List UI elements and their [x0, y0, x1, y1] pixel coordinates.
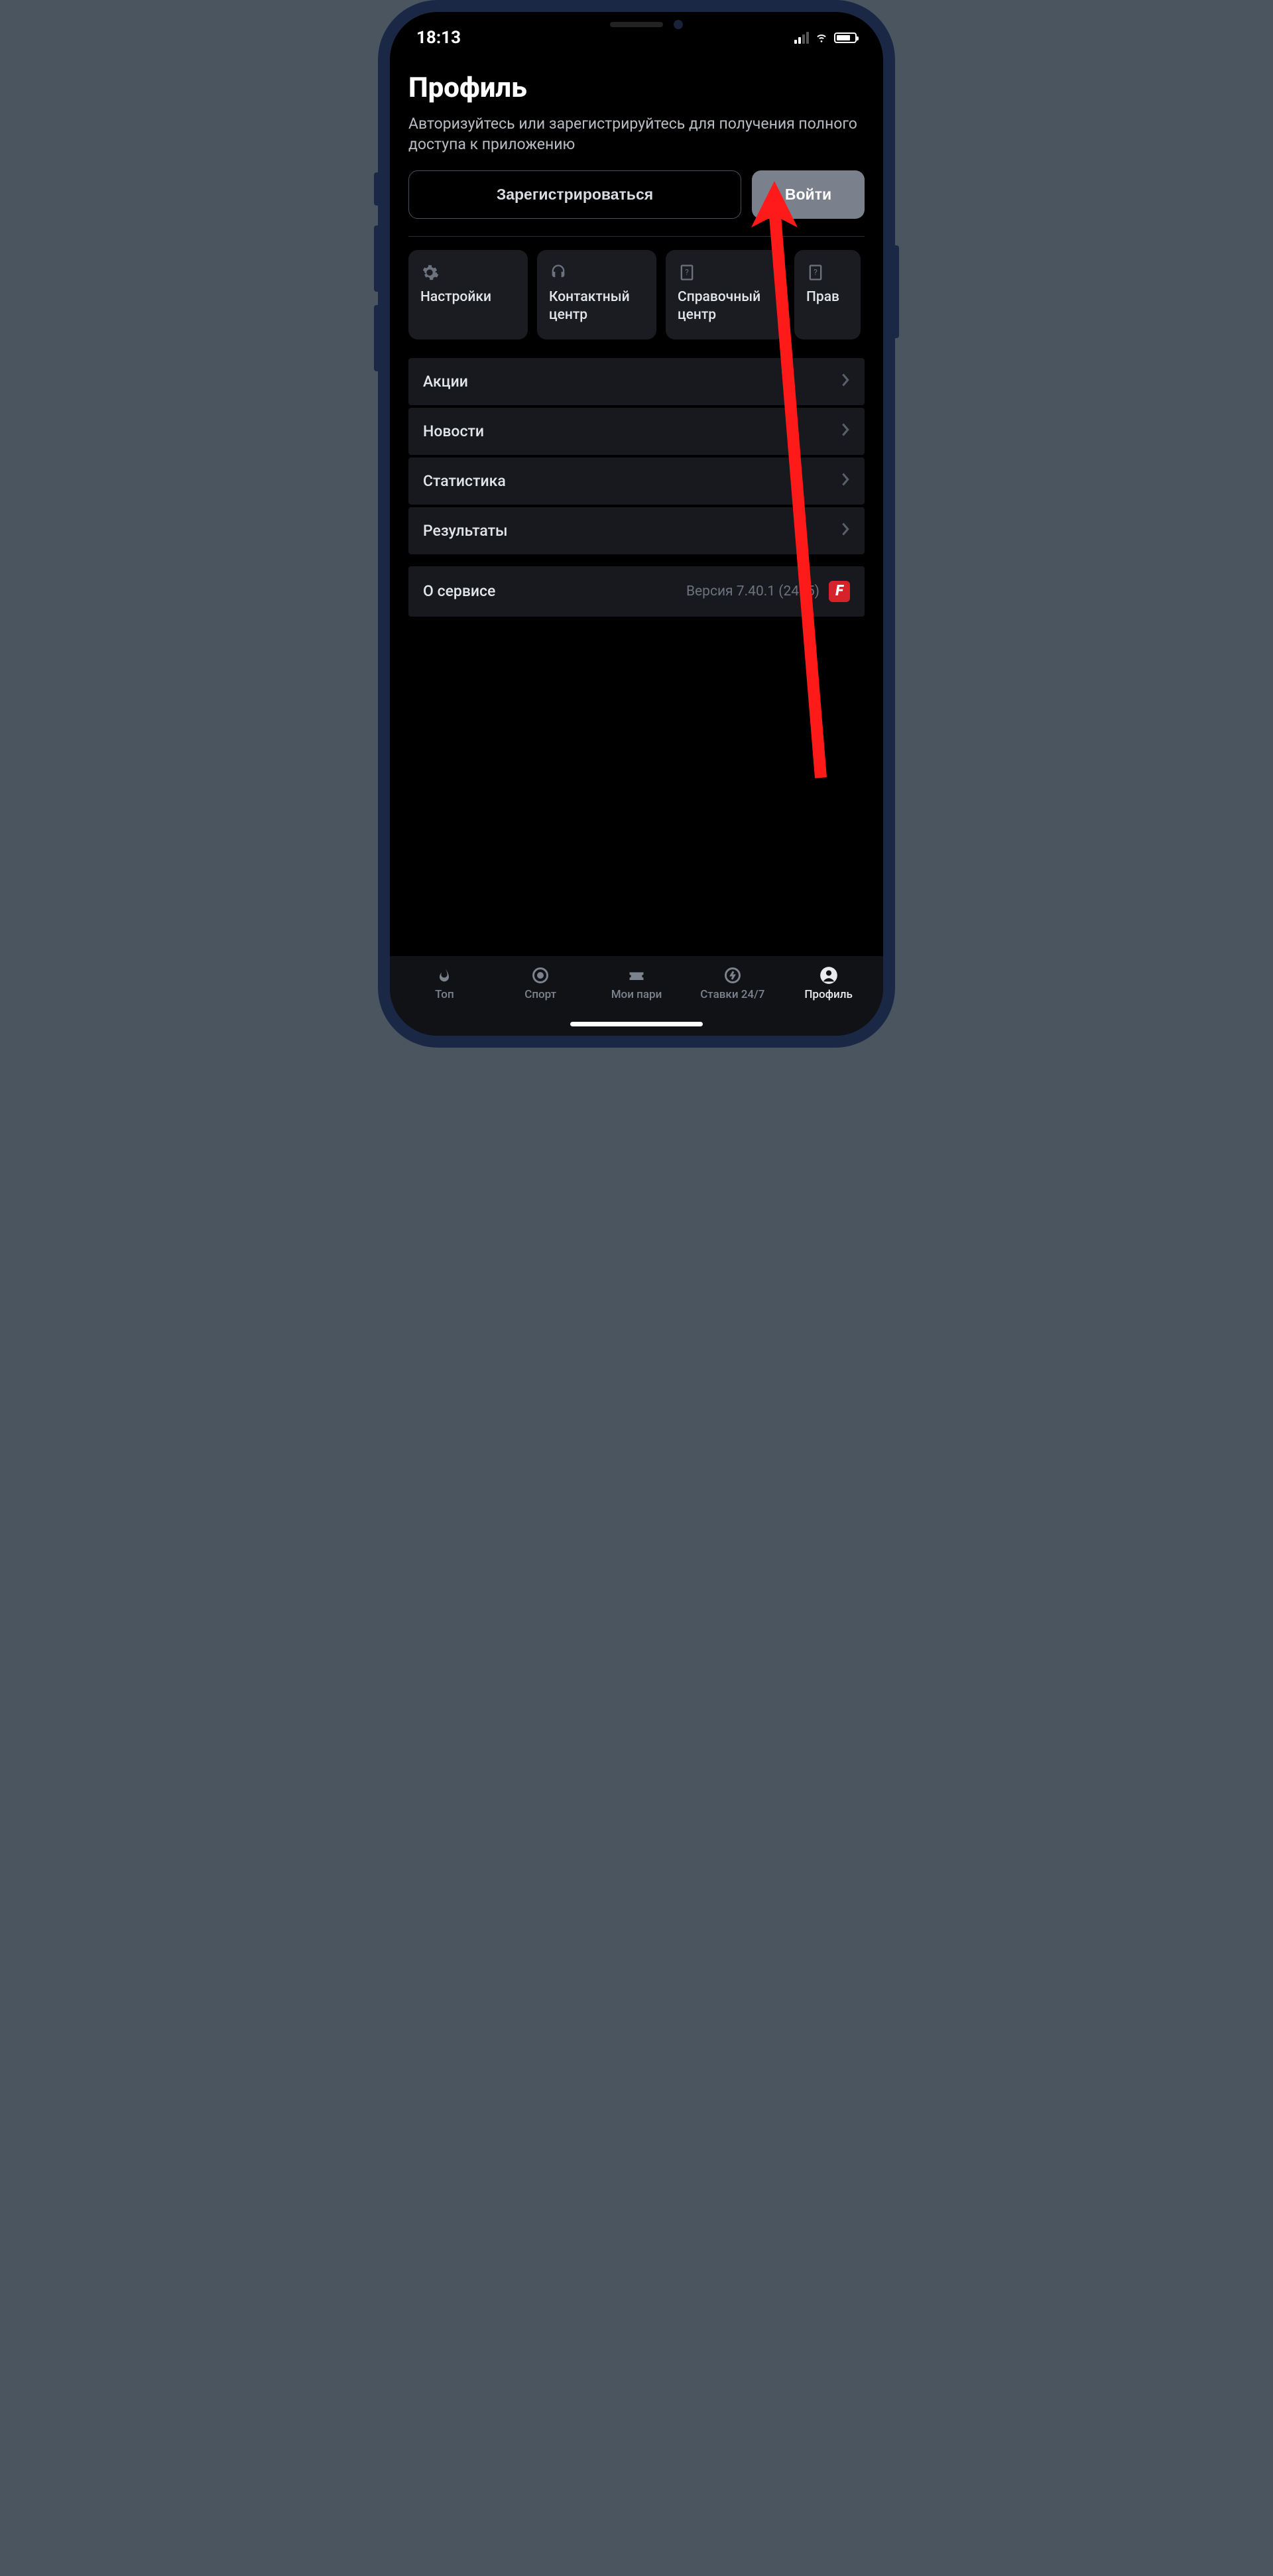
status-time: 18:13: [416, 28, 461, 48]
chevron-right-icon: [841, 373, 850, 390]
list-item-results[interactable]: Результаты: [408, 507, 865, 554]
home-indicator[interactable]: [570, 1022, 703, 1026]
person-circle-icon: [819, 965, 838, 985]
page-title: Профиль: [408, 72, 865, 104]
tab-top[interactable]: Топ: [404, 965, 484, 1001]
page-subtitle: Авторизуйтесь или зарегистрируйтесь для …: [408, 113, 865, 154]
tile-label: Справочный центр: [678, 288, 773, 325]
target-icon: [531, 965, 550, 985]
doc-icon: ?: [806, 263, 849, 282]
gear-icon: [420, 263, 516, 282]
notch: [550, 12, 723, 37]
list-item-label: Статистика: [423, 472, 506, 490]
wifi-icon: [814, 29, 829, 46]
chevron-right-icon: [841, 422, 850, 440]
login-button[interactable]: Войти: [752, 170, 865, 219]
list-item-label: Акции: [423, 373, 468, 391]
list-item-label: Результаты: [423, 522, 508, 540]
tab-profile[interactable]: Профиль: [789, 965, 869, 1001]
bolt-circle-icon: [723, 965, 742, 985]
tab-my-bets[interactable]: Мои пари: [597, 965, 676, 1001]
screen: 18:13 Профиль Авторизуйтесь или зарегист…: [390, 12, 883, 1036]
list-item-promos[interactable]: Акции: [408, 358, 865, 405]
tab-bets-247[interactable]: Ставки 24/7: [693, 965, 772, 1001]
cellular-signal-icon: [794, 32, 809, 44]
flame-icon: [435, 965, 454, 985]
tile-contact-center[interactable]: Контактный центр: [537, 250, 656, 339]
tile-settings[interactable]: Настройки: [408, 250, 528, 339]
help-doc-icon: ?: [678, 263, 773, 282]
divider: [408, 236, 865, 237]
chevron-right-icon: [841, 522, 850, 539]
phone-frame: 18:13 Профиль Авторизуйтесь или зарегист…: [378, 0, 895, 1048]
headset-icon: [549, 263, 644, 282]
tab-label: Мои пари: [611, 988, 662, 1001]
about-label: О сервисе: [423, 582, 495, 600]
ticket-icon: [627, 965, 646, 985]
chevron-right-icon: [841, 472, 850, 489]
register-button[interactable]: Зарегистрироваться: [408, 170, 741, 219]
tile-rules[interactable]: ? Прав: [794, 250, 861, 339]
svg-text:?: ?: [685, 268, 689, 277]
list-item-news[interactable]: Новости: [408, 408, 865, 455]
tile-label: Прав: [806, 288, 849, 306]
list-item-label: Новости: [423, 422, 484, 440]
tab-label: Профиль: [804, 988, 852, 1001]
tile-label: Настройки: [420, 288, 516, 306]
tab-label: Спорт: [524, 988, 556, 1001]
list-item-stats[interactable]: Статистика: [408, 458, 865, 505]
tile-help-center[interactable]: ? Справочный центр: [666, 250, 785, 339]
tab-label: Топ: [435, 988, 454, 1001]
svg-text:?: ?: [814, 268, 818, 277]
battery-icon: [834, 32, 857, 43]
about-version: Версия 7.40.1 (2425): [686, 583, 819, 599]
tile-label: Контактный центр: [549, 288, 644, 325]
tab-label: Ставки 24/7: [700, 988, 764, 1001]
tab-sport[interactable]: Спорт: [501, 965, 580, 1001]
about-row[interactable]: О сервисе Версия 7.40.1 (2425) F: [408, 566, 865, 617]
app-logo-badge: F: [829, 581, 850, 602]
